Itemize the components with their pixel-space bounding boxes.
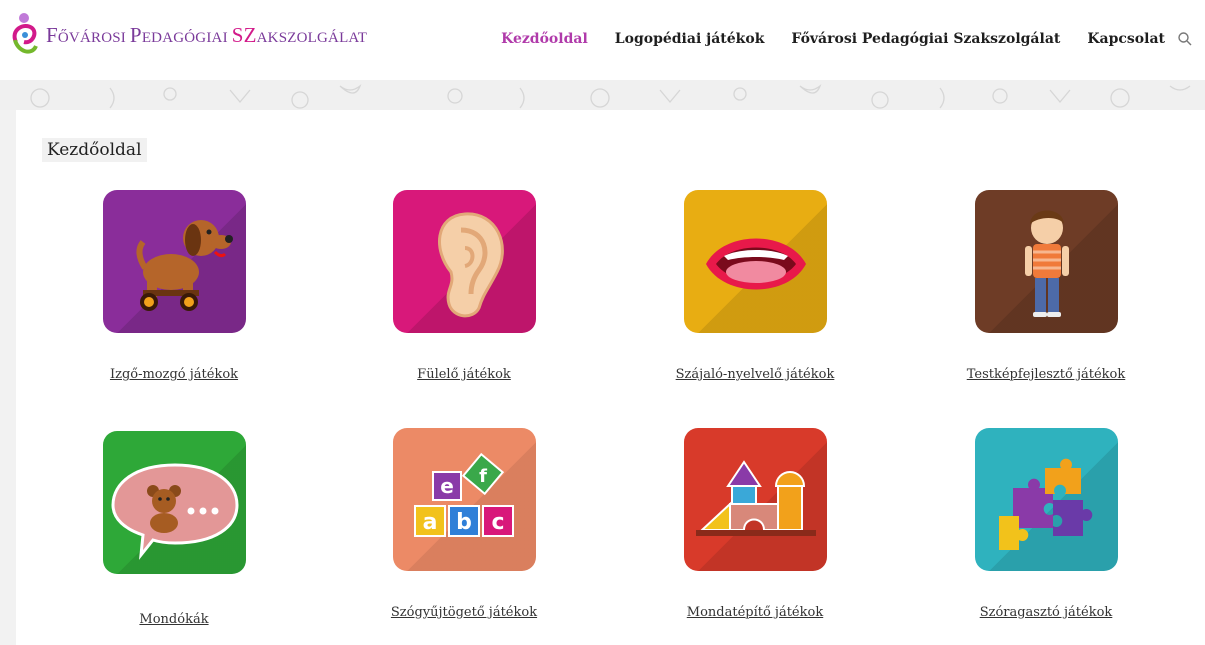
tile-rhymes[interactable] <box>102 431 246 574</box>
tile-movement[interactable] <box>102 190 246 333</box>
card-label[interactable]: Szógyűjtögető játékok <box>354 605 574 620</box>
card-label[interactable]: Fülelő játékok <box>354 367 574 382</box>
logo-text-part: ŐVÁROSI <box>57 29 130 46</box>
logo-text-part: P <box>129 22 142 47</box>
game-card-mouth[interactable]: Szájaló-nyelvelő játékok <box>645 190 865 382</box>
game-card-movement[interactable]: Izgő-mozgó játékok <box>64 190 284 382</box>
game-card-listening[interactable]: Fülelő játékok <box>354 190 574 382</box>
letter-blocks-icon: e f a b c <box>413 452 514 537</box>
nav-item-organization[interactable]: Fővárosi Pedagógiai Szakszolgálat <box>791 31 1060 47</box>
game-card-word-collecting[interactable]: e f a b c Szógyűjtögető játékok <box>354 428 574 620</box>
tile-word-sticking[interactable] <box>974 428 1118 571</box>
block-letter-f: f <box>479 466 487 487</box>
boy-icon <box>1024 210 1069 317</box>
nav-item-speech-games[interactable]: Logopédiai játékok <box>615 31 765 47</box>
building-blocks-icon <box>695 460 816 536</box>
nav-item-contact[interactable]: Kapcsolat <box>1087 31 1165 47</box>
page-title: Kezdőoldal <box>42 138 147 162</box>
left-pattern-strip <box>0 110 16 645</box>
game-card-word-sticking[interactable]: Szóragasztó játékok <box>936 428 1156 620</box>
main-nav: Kezdőoldal Logopédiai játékok Fővárosi P… <box>474 31 1165 47</box>
mouth-icon <box>705 238 806 290</box>
logo-swirl-icon <box>12 13 38 54</box>
site-logo[interactable]: FŐVÁROSI PEDAGÓGIAI SZAKSZOLGÁLAT <box>10 12 367 58</box>
card-label[interactable]: Szóragasztó játékok <box>936 605 1156 620</box>
logo-text-part: AKSZOLGÁLAT <box>256 29 368 46</box>
ear-icon <box>437 212 504 318</box>
dog-toy-icon <box>136 220 233 311</box>
doodle-pattern-icon <box>30 84 1191 109</box>
game-card-body-image[interactable]: Testképfejlesztő játékok <box>936 190 1156 382</box>
decorative-pattern-band <box>0 80 1205 110</box>
game-card-sentence-building[interactable]: Mondatépítő játékok <box>645 428 865 620</box>
speech-bubble-bear-icon <box>110 463 239 560</box>
tile-word-collecting[interactable]: e f a b c <box>392 428 536 571</box>
block-letter-a: a <box>422 510 437 535</box>
site-header: FŐVÁROSI PEDAGÓGIAI SZAKSZOLGÁLAT Kezdőo… <box>0 0 1205 80</box>
block-letter-c: c <box>491 510 504 535</box>
block-letter-b: b <box>456 510 472 535</box>
logo-text-part: EDAGÓGIAI <box>141 29 232 46</box>
main-content: Kezdőoldal Izgő-mozgó játékok Fülelő ját… <box>16 110 1205 645</box>
card-label[interactable]: Mondatépítő játékok <box>645 605 865 620</box>
card-label[interactable]: Testképfejlesztő játékok <box>936 367 1156 382</box>
logo-text: FŐVÁROSI PEDAGÓGIAI SZAKSZOLGÁLAT <box>46 23 367 48</box>
block-letter-e: e <box>440 474 454 498</box>
card-label[interactable]: Izgő-mozgó játékok <box>64 367 284 382</box>
card-label[interactable]: Szájaló-nyelvelő játékok <box>645 367 865 382</box>
card-label[interactable]: Mondókák <box>64 612 284 627</box>
game-card-rhymes[interactable]: Mondókák <box>64 431 284 627</box>
tile-mouth[interactable] <box>683 190 827 333</box>
logo-text-part: F <box>46 22 58 47</box>
logo-text-part: SZ <box>231 22 257 47</box>
search-icon[interactable] <box>1177 31 1193 47</box>
tile-listening[interactable] <box>392 190 536 333</box>
puzzle-icon <box>998 458 1092 550</box>
tile-sentence-building[interactable] <box>683 428 827 571</box>
nav-item-home[interactable]: Kezdőoldal <box>501 31 588 47</box>
tile-body-image[interactable] <box>974 190 1118 333</box>
